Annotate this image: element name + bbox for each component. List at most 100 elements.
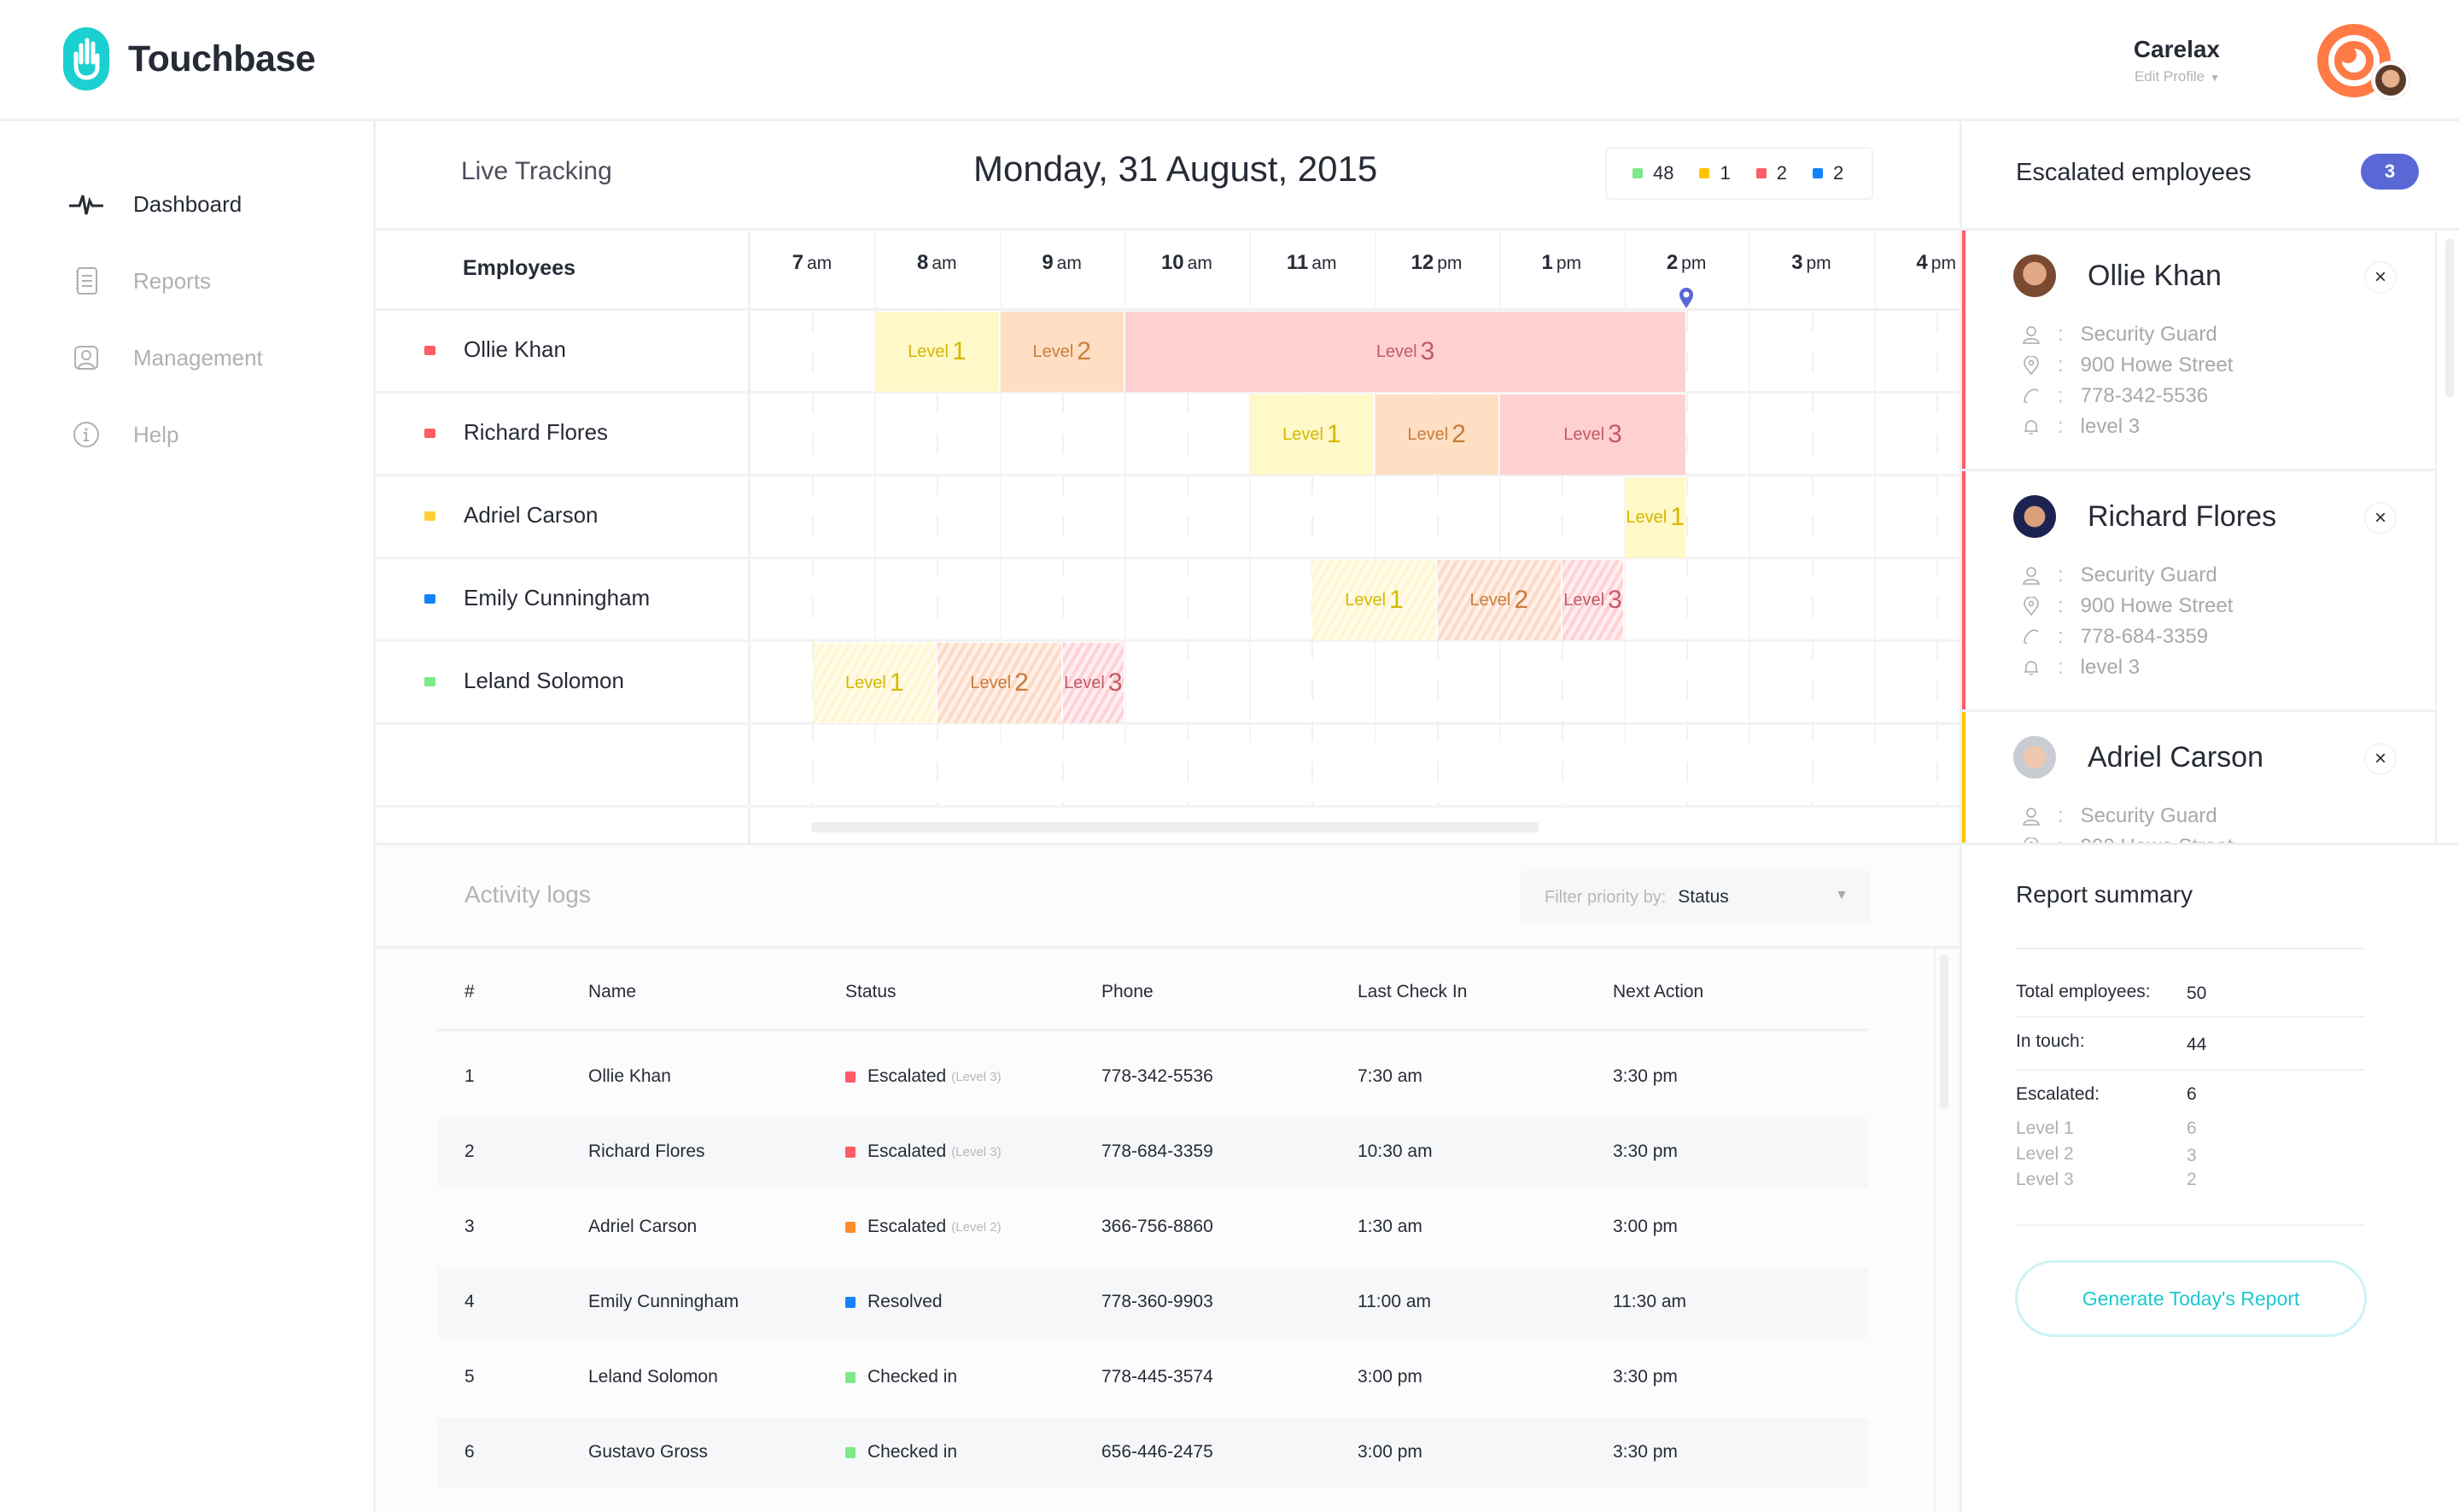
escalated-card[interactable]: Richard Flores × : Security Guard :900 Ho…	[1962, 471, 2437, 712]
total-employees-label: Total employees:	[2016, 982, 2151, 1001]
hour-suffix: am	[1056, 254, 1082, 273]
current-time-marker-icon[interactable]	[1678, 287, 1695, 309]
user-avatar[interactable]	[2372, 61, 2409, 99]
escalation-bar-level-3[interactable]: Level 3	[1124, 312, 1686, 392]
sidebar-item-management[interactable]: Management	[67, 336, 263, 379]
status-swatch	[845, 1146, 856, 1158]
escalation-bar-level-3[interactable]: Level 3	[1562, 560, 1624, 640]
escalation-bar-level-1[interactable]: Level 1	[1625, 477, 1686, 558]
scrollbar-thumb[interactable]	[2445, 239, 2454, 397]
phone-row: :778-342-5536	[2022, 384, 2208, 408]
sidebar-item-dashboard[interactable]: Dashboard	[67, 183, 242, 225]
escalation-bar-level-3[interactable]: Level 3	[1062, 643, 1124, 723]
table-row[interactable]: 5 Leland Solomon Checked in 778-445-3574 3:0…	[437, 1343, 1868, 1413]
hour-suffix: am	[807, 254, 832, 273]
escalated-title: Escalated employees	[2016, 159, 2252, 186]
bar-level-number: 1	[952, 337, 967, 365]
escalation-bar-level-3[interactable]: Level 3	[1499, 394, 1686, 475]
escalated-employees-panel: Escalated employees 3 Ollie Khan × : Secu…	[1960, 121, 2459, 845]
app-logo[interactable]: Touchbase	[63, 27, 316, 90]
profile-menu[interactable]: Carelax Edit Profile ▼	[2134, 36, 2220, 85]
dismiss-button[interactable]: ×	[2364, 261, 2397, 294]
escalation-bar-level-1[interactable]: Level 1	[1312, 560, 1436, 640]
close-icon: ×	[2374, 266, 2386, 289]
hour-number: 8	[917, 251, 929, 274]
scrollbar-thumb[interactable]	[1940, 954, 1948, 1108]
escalation-bar-level-1[interactable]: Level 1	[813, 643, 937, 723]
escalated-scrollbar[interactable]	[2437, 228, 2459, 843]
row-number: 2	[464, 1141, 475, 1161]
activity-scrollbar[interactable]	[1940, 954, 1948, 1509]
column-header-phone: Phone	[1101, 982, 1154, 1001]
in-touch-value: 44	[2187, 1035, 2207, 1054]
hour-label: 9 am	[1000, 251, 1124, 275]
user-card-icon	[67, 341, 106, 375]
employee-address: 900 Howe Street	[2080, 594, 2234, 617]
legend-count: 1	[1720, 162, 1731, 184]
table-row[interactable]: 3 Adriel Carson Escalated (Level 2) 366-756-…	[437, 1193, 1868, 1263]
status-text: Checked in	[867, 1367, 958, 1386]
legend-swatch	[1755, 168, 1767, 178]
sidebar: Dashboard Reports Management Help	[0, 121, 376, 1512]
separator: :	[2058, 415, 2064, 438]
status-level: (Level 2)	[951, 1219, 1002, 1235]
column-header-name: Name	[588, 982, 637, 1001]
bar-label: Level	[845, 673, 886, 692]
escalation-bar-level-1[interactable]: Level 1	[875, 312, 999, 392]
escalated-card[interactable]: Adriel Carson × : Security Guard : 900 How…	[1962, 712, 2437, 843]
filter-priority-select[interactable]: Filter priority by: Status ▼	[1521, 871, 1871, 924]
employee-row[interactable]: Adriel Carson	[424, 502, 599, 528]
dismiss-button[interactable]: ×	[2364, 743, 2397, 775]
person-icon	[2022, 325, 2041, 344]
sidebar-item-help[interactable]: Help	[67, 413, 178, 456]
generate-report-button[interactable]: Generate Today's Report	[2015, 1260, 2367, 1337]
filter-value: Status	[1678, 887, 1729, 907]
employee-row[interactable]: Richard Flores	[424, 419, 608, 446]
next-action: 3:30 pm	[1613, 1442, 1678, 1462]
info-circle-icon	[67, 417, 106, 452]
status-cell: Checked in	[845, 1442, 957, 1462]
role-row: : Security Guard	[2022, 563, 2217, 587]
employee-role: Security Guard	[2080, 804, 2217, 827]
bar-label: Level	[1626, 507, 1668, 527]
separator: :	[2058, 594, 2064, 617]
priority-accent	[1962, 231, 1965, 469]
hour-number: 1	[1541, 251, 1553, 274]
separator: :	[2058, 384, 2064, 407]
legend-count: 48	[1653, 162, 1674, 184]
separator: :	[2058, 804, 2064, 827]
hand-logo-icon	[63, 27, 109, 90]
employee-row[interactable]: Leland Solomon	[424, 668, 624, 694]
escalation-bar-level-2[interactable]: Level 2	[1000, 312, 1124, 392]
sidebar-item-label: Dashboard	[133, 190, 242, 217]
sidebar-item-reports[interactable]: Reports	[67, 260, 211, 302]
legend-swatch	[1633, 168, 1643, 178]
hour-suffix: am	[1187, 254, 1212, 273]
hour-number: 4	[1916, 251, 1928, 274]
employee-name: Ollie Khan	[464, 336, 566, 362]
table-row[interactable]: 6 Gustavo Gross Checked in 656-446-2475 3:00…	[437, 1418, 1868, 1488]
employee-row[interactable]: Emily Cunningham	[424, 585, 650, 611]
edit-profile-link[interactable]: Edit Profile ▼	[2134, 68, 2220, 85]
legend-count: 2	[1832, 162, 1844, 184]
escalation-bar-level-2[interactable]: Level 2	[1375, 394, 1498, 475]
escalation-bar-level-1[interactable]: Level 1	[1250, 394, 1374, 475]
table-header: # Name Status Phone Last Check In Next A…	[437, 982, 1868, 1031]
table-row[interactable]: 1 Ollie Khan Escalated (Level 3) 778-342-553…	[437, 1042, 1868, 1112]
level-1-value: 6	[2187, 1118, 2197, 1138]
escalation-bar-level-2[interactable]: Level 2	[937, 643, 1061, 723]
bar-level-number: 1	[889, 668, 904, 697]
horizontal-scrollbar[interactable]	[811, 822, 1539, 832]
dismiss-button[interactable]: ×	[2364, 502, 2397, 534]
escalated-card[interactable]: Ollie Khan × : Security Guard :900 Howe S…	[1962, 231, 2437, 471]
report-summary-panel: Report summary Total employees: 50 In to…	[1960, 845, 2459, 1512]
phone-icon	[2022, 388, 2041, 405]
legend-swatch	[1812, 168, 1823, 178]
status-cell: Escalated (Level 3)	[845, 1141, 1002, 1162]
table-row[interactable]: 4 Emily Cunningham Resolved 778-360-9903 11:…	[437, 1268, 1868, 1338]
escalation-bar-level-2[interactable]: Level 2	[1437, 560, 1561, 640]
employee-row[interactable]: Ollie Khan	[424, 336, 566, 363]
location-pin-icon	[2022, 597, 2041, 616]
table-row[interactable]: 2 Richard Flores Escalated (Level 3) 778-684…	[437, 1118, 1868, 1188]
bar-level-number: 2	[1514, 586, 1529, 614]
